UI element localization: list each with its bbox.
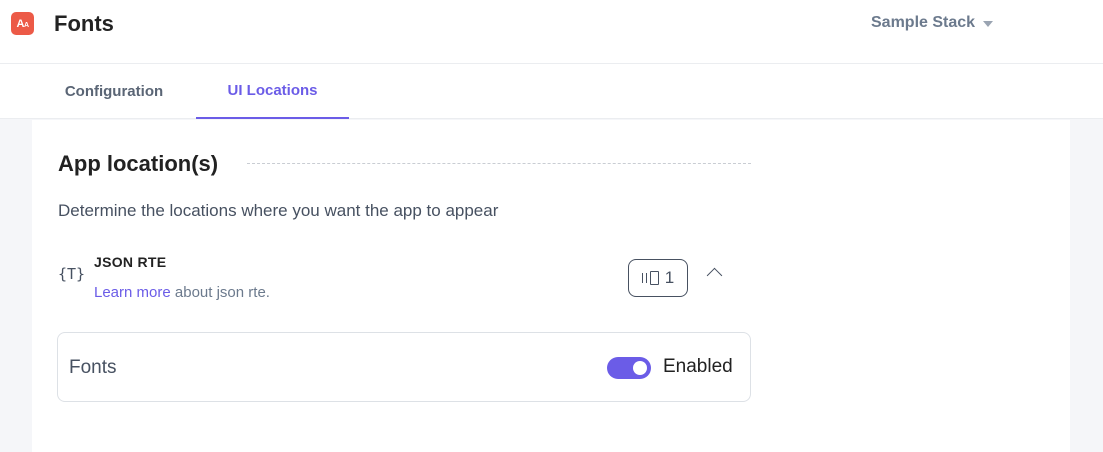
- stack-selector-label: Sample Stack: [871, 14, 976, 31]
- logo-letter-small: A: [23, 21, 29, 29]
- extensions-icon: [641, 271, 659, 285]
- logo-letter: A: [16, 17, 24, 30]
- stack-selector[interactable]: Sample Stack: [871, 14, 994, 32]
- section-title: App location(s): [58, 151, 219, 176]
- title-divider: [247, 163, 751, 164]
- app-header: AA Fonts Sample Stack: [0, 0, 1103, 64]
- extension-card: Fonts Enabled: [57, 332, 751, 402]
- location-name: JSON RTE: [94, 254, 167, 270]
- toggle-status-label: Enabled: [663, 356, 733, 377]
- extension-count-badge: 1: [628, 259, 688, 297]
- location-help-text: about json rte.: [170, 284, 270, 301]
- learn-more-link[interactable]: Learn more: [94, 284, 171, 301]
- tab-bar: Configuration UI Locations: [0, 64, 1103, 119]
- app-title: Fonts: [54, 11, 114, 36]
- extension-count: 1: [664, 268, 675, 287]
- chevron-up-icon[interactable]: [704, 262, 726, 284]
- tab-configuration[interactable]: Configuration: [32, 64, 196, 119]
- app-logo-icon: AA: [11, 12, 34, 35]
- rich-text-icon: {T}: [58, 265, 86, 283]
- enable-toggle[interactable]: [607, 357, 651, 379]
- extension-name: Fonts: [69, 357, 117, 378]
- caret-down-icon: [983, 21, 994, 27]
- tab-ui-locations[interactable]: UI Locations: [196, 64, 349, 119]
- location-help: Learn more about json rte.: [94, 284, 270, 301]
- content-panel: App location(s) Determine the locations …: [32, 120, 1070, 452]
- section-description: Determine the locations where you want t…: [58, 201, 499, 220]
